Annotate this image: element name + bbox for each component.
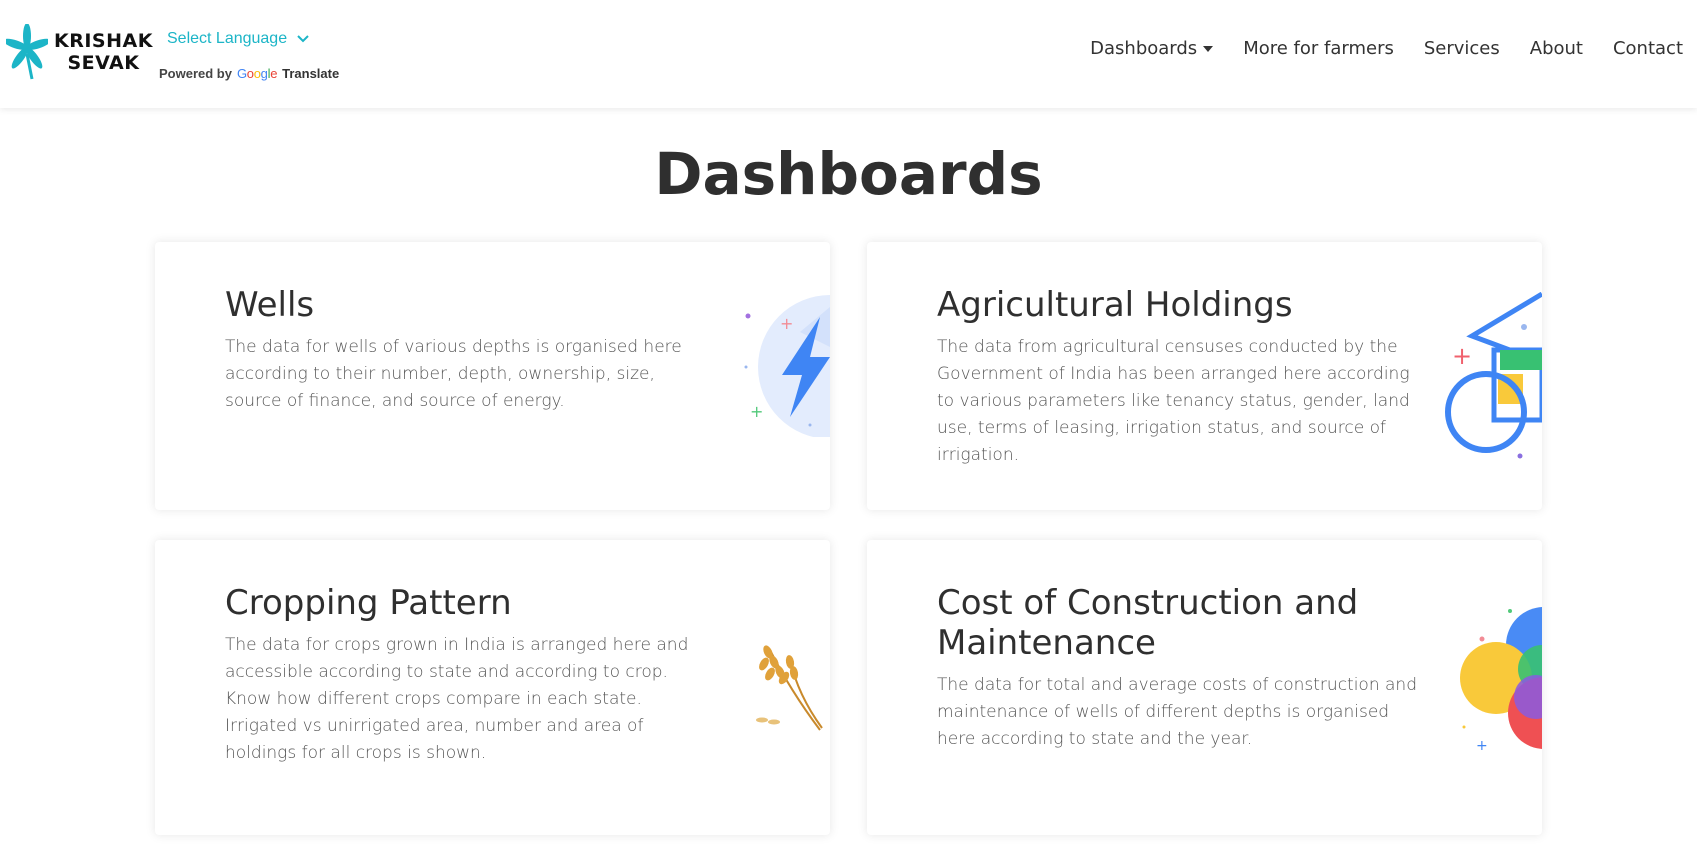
google-letter: e	[270, 66, 278, 81]
nav-dashboards-dropdown[interactable]: Dashboards	[1090, 38, 1214, 59]
leaf-star-logo-icon	[6, 24, 48, 80]
google-letter: o	[246, 66, 254, 81]
nav-dashboards-label: Dashboards	[1090, 38, 1198, 59]
svg-text:+: +	[1452, 342, 1472, 370]
tractor-wheel-icon: +	[1445, 292, 1542, 459]
dashboard-card-agricultural-holdings[interactable]: Agricultural Holdings The data from agri…	[867, 242, 1542, 510]
navbar: KRISHAK SEVAK Select Language Powered by…	[0, 0, 1697, 108]
dashboard-card-cost-of-construction[interactable]: Cost of Construction and Maintenance The…	[867, 540, 1542, 835]
nav-more-for-farmers[interactable]: More for farmers	[1243, 38, 1394, 59]
google-letter: o	[253, 66, 261, 81]
powered-by-google-translate: Powered by Google Translate	[159, 66, 339, 81]
card-title: Cost of Construction and Maintenance	[937, 583, 1359, 663]
nav-contact[interactable]: Contact	[1613, 38, 1683, 59]
svg-text:+: +	[750, 402, 763, 421]
card-description: The data for total and average costs of …	[937, 675, 1417, 749]
card-title: Cropping Pattern	[225, 583, 512, 623]
card-title: Wells	[225, 285, 315, 325]
main-nav: Dashboards More for farmers Services Abo…	[1060, 38, 1683, 59]
caret-down-icon	[1203, 45, 1214, 52]
lightning-bolt-icon: + +	[744, 295, 830, 437]
card-description: The data from agricultural censuses cond…	[937, 337, 1410, 465]
translate-label: Translate	[282, 66, 340, 81]
card-description: The data for wells of various depths is …	[225, 337, 682, 411]
overlapping-circles-icon: +	[1460, 607, 1542, 754]
chevron-down-icon	[297, 35, 309, 43]
brand-line-1: KRISHAK	[54, 30, 153, 52]
nav-services[interactable]: Services	[1424, 38, 1500, 59]
dashboard-card-cropping-pattern[interactable]: Cropping Pattern The data for crops grow…	[155, 540, 830, 835]
brand-name: KRISHAK SEVAK	[54, 30, 153, 74]
google-letter: g	[260, 66, 268, 81]
card-title: Agricultural Holdings	[937, 285, 1293, 325]
wheat-icon	[756, 645, 823, 731]
brand-logo-link[interactable]: KRISHAK SEVAK	[6, 24, 153, 80]
svg-text:+: +	[1476, 738, 1488, 754]
language-select[interactable]: Select Language	[167, 30, 309, 48]
svg-text:+: +	[780, 314, 793, 333]
page-title: Dashboards	[654, 140, 1043, 208]
google-letter: G	[236, 66, 247, 81]
language-select-label: Select Language	[167, 30, 288, 47]
card-description: The data for crops grown in India is arr…	[225, 635, 689, 763]
brand-line-2: SEVAK	[67, 52, 140, 74]
google-logo-text[interactable]: Google	[237, 66, 277, 81]
nav-about[interactable]: About	[1530, 38, 1583, 59]
powered-by-label: Powered by	[159, 66, 232, 81]
dashboard-card-wells[interactable]: Wells The data for wells of various dept…	[155, 242, 830, 510]
